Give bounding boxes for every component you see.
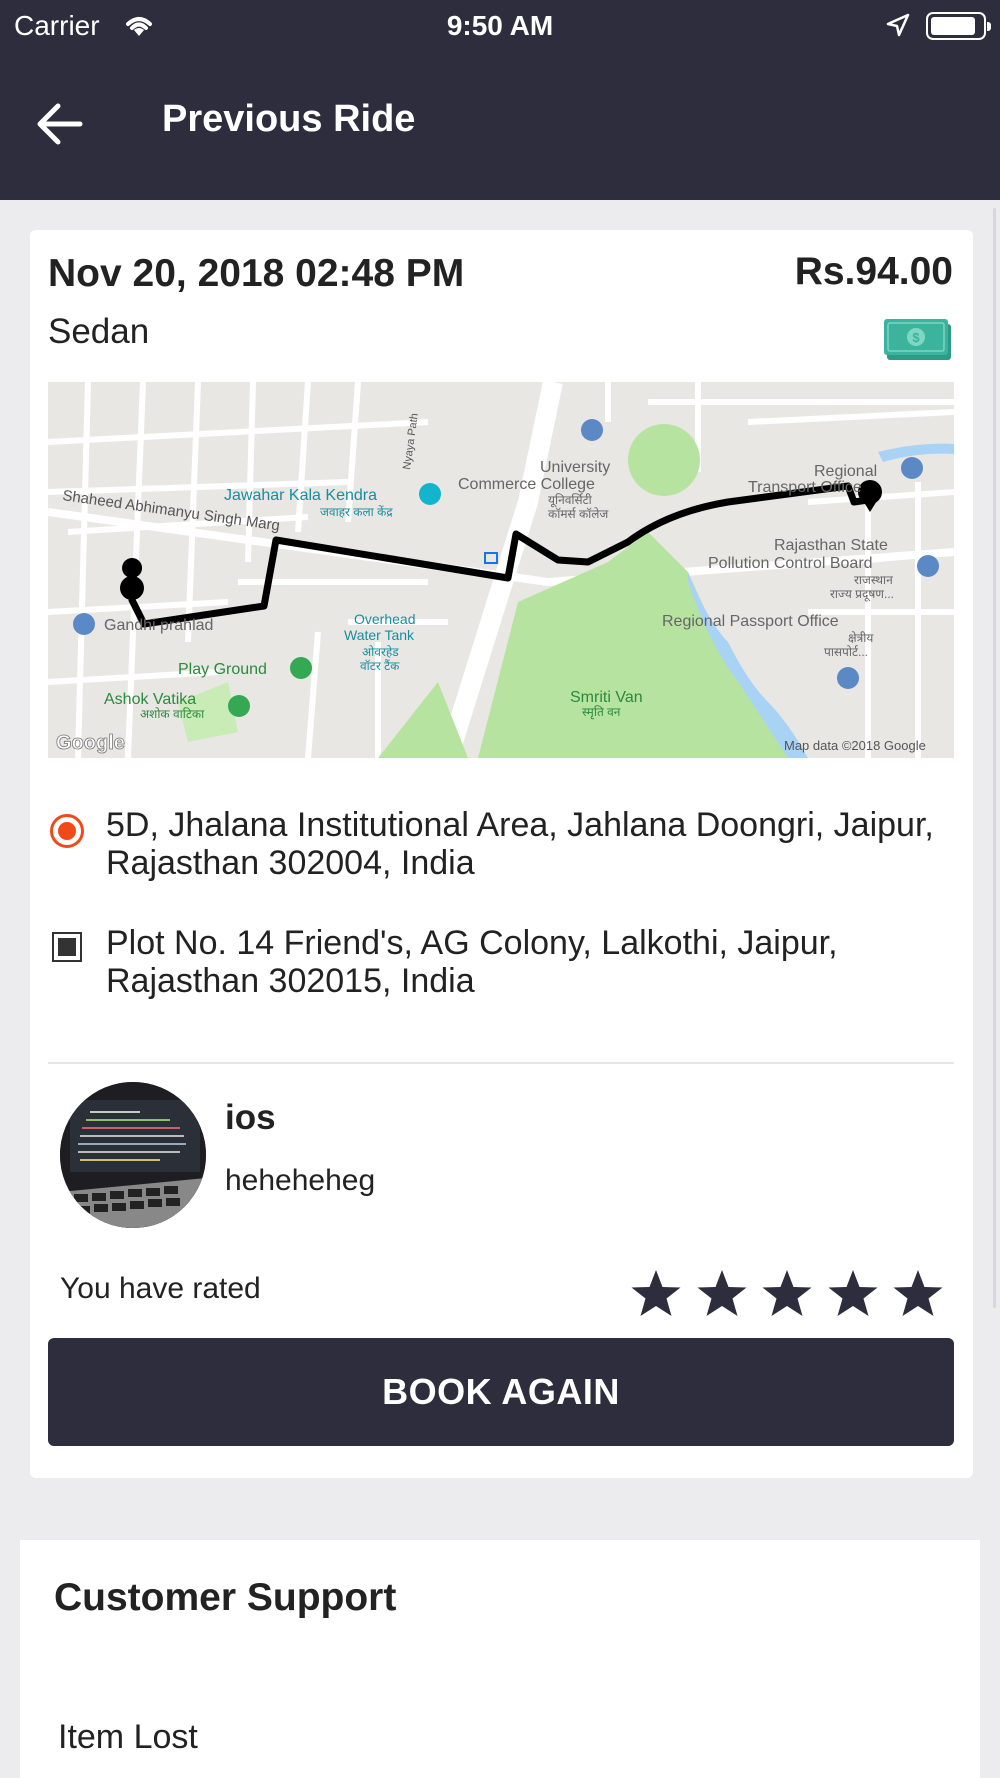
drop-location-row: Plot No. 14 Friend's, AG Colony, Lalkoth… — [48, 924, 948, 1004]
map-label: Gandhi prahlad — [104, 617, 213, 634]
map-label: Jawahar Kala Kendra — [224, 487, 377, 504]
star-icon[interactable] — [892, 1268, 944, 1320]
map-label: यूनिवर्सिटी — [548, 493, 593, 508]
page-title: Previous Ride — [162, 98, 416, 140]
customer-support-title: Customer Support — [54, 1576, 397, 1619]
vehicle-type: Sedan — [48, 312, 150, 351]
status-time: 9:50 AM — [446, 10, 554, 41]
map-label: वॉटर टैंक — [360, 659, 400, 673]
map-label: Rajasthan State — [774, 537, 888, 554]
star-icon[interactable] — [761, 1268, 813, 1320]
support-item-item-lost[interactable]: Item Lost — [58, 1718, 198, 1757]
map-label: राजस्थान — [854, 573, 893, 587]
ride-card: Nov 20, 2018 02:48 PM Sedan Rs.94.00 $ J… — [30, 230, 973, 1478]
map-label: Commerce College — [458, 476, 595, 493]
map-label: Regional Passport Office — [662, 613, 839, 630]
pickup-address: 5D, Jhalana Institutional Area, Jahlana … — [106, 806, 934, 882]
star-icon[interactable] — [630, 1268, 682, 1320]
drop-marker-icon — [52, 932, 82, 962]
rating-stars — [630, 1268, 944, 1320]
map-label: Play Ground — [178, 661, 267, 678]
map-label: Overhead — [354, 611, 415, 627]
map-label: Pollution Control Board — [708, 555, 873, 572]
map-label: अशोक वाटिका — [140, 707, 205, 721]
star-icon[interactable] — [696, 1268, 748, 1320]
map-label: ओवरहेड — [362, 645, 399, 659]
nav-bar: Previous Ride — [0, 52, 1000, 200]
customer-support-section: Customer Support Item Lost — [20, 1540, 980, 1778]
map-label: University — [540, 459, 610, 476]
map-label: Smriti Van — [570, 689, 643, 706]
scrollbar[interactable] — [993, 208, 996, 1308]
driver-vehicle: heheheheg — [225, 1164, 376, 1197]
rating-label: You have rated — [60, 1272, 261, 1305]
map-label: Ashok Vatika — [104, 691, 196, 708]
status-bar: Carrier 9:50 AM — [0, 0, 1000, 52]
pickup-location-row: 5D, Jhalana Institutional Area, Jahlana … — [48, 806, 948, 886]
driver-avatar — [60, 1082, 206, 1228]
battery-icon — [926, 12, 991, 40]
pickup-marker-icon — [50, 814, 84, 848]
map-label: Transport Office — [748, 479, 862, 496]
drop-address: Plot No. 14 Friend's, AG Colony, Lalkoth… — [106, 924, 838, 1000]
map-label: Regional — [814, 463, 877, 480]
map-label: जवाहर कला केंद्र — [320, 505, 393, 519]
divider — [48, 1062, 954, 1064]
google-logo: Google — [56, 732, 125, 754]
map-label: पासपोर्ट... — [824, 645, 868, 659]
map-label: Water Tank — [344, 627, 415, 643]
map-label: राज्य प्रदूषण... — [830, 587, 894, 602]
map-label: कॉमर्स कॉलेज — [548, 507, 609, 521]
svg-text:$: $ — [912, 330, 920, 345]
location-arrow-icon — [886, 13, 910, 37]
arrow-left-icon[interactable] — [30, 94, 90, 154]
map-label: स्मृति वन — [582, 705, 621, 720]
star-icon[interactable] — [827, 1268, 879, 1320]
route-map[interactable]: Jawahar Kala Kendra जवाहर कला केंद्र Sha… — [48, 382, 954, 758]
driver-name: ios — [225, 1098, 276, 1137]
ride-date-time: Nov 20, 2018 02:48 PM — [48, 252, 465, 295]
ride-fare: Rs.94.00 — [794, 250, 953, 293]
cash-icon: $ — [884, 319, 951, 360]
map-attribution: Map data ©2018 Google — [784, 738, 926, 753]
book-again-button[interactable]: BOOK AGAIN — [48, 1338, 954, 1446]
map-label: क्षेत्रीय — [848, 631, 874, 645]
